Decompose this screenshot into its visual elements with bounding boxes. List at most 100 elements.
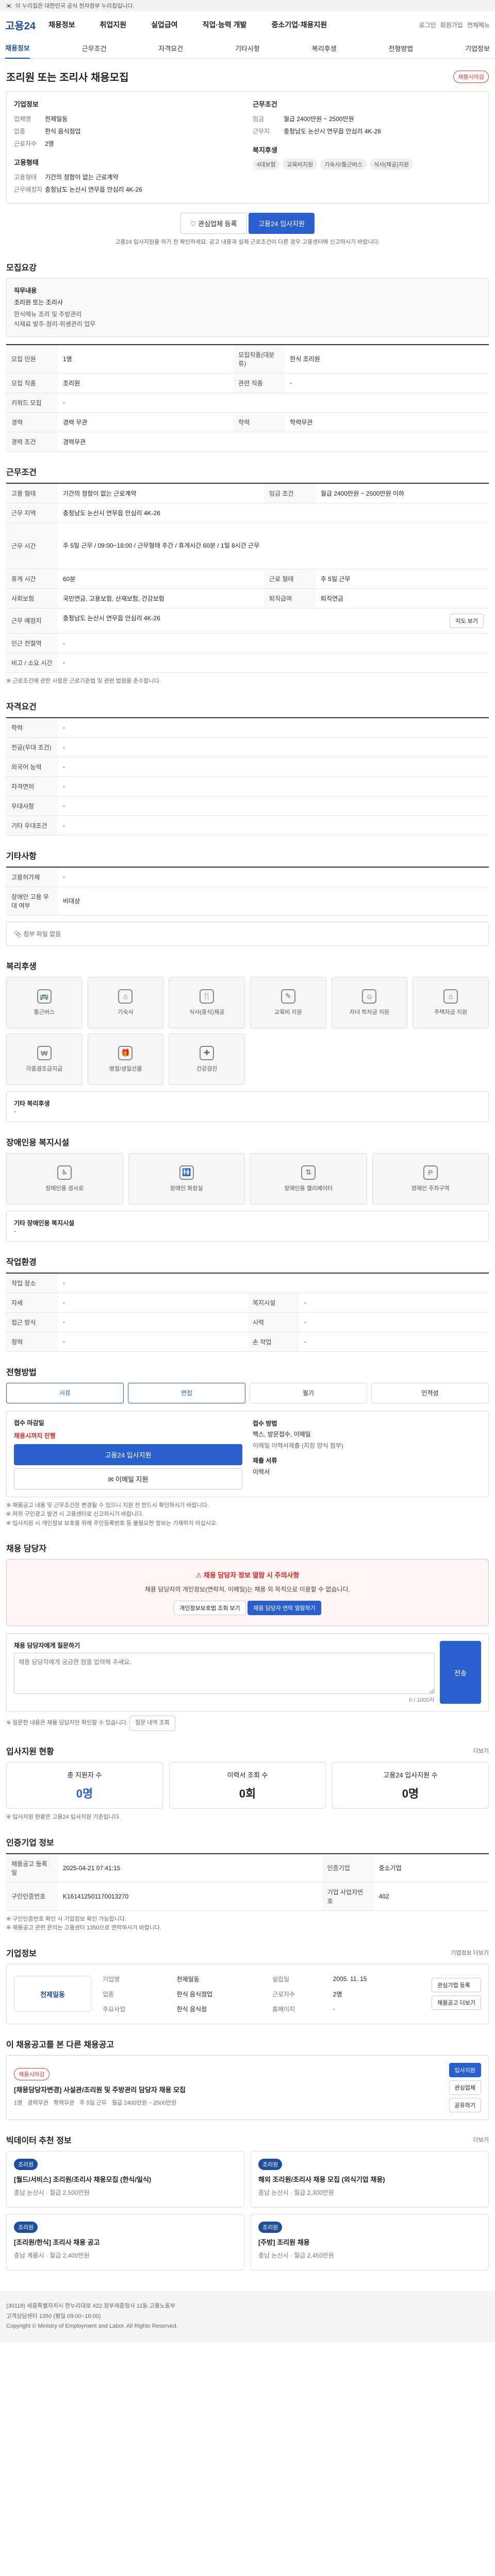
disability-section: 장애인용 복지시설 ♿ 장애인용 경사로 🚻 장애인 화장실 ⇅ 장애인용 엘리베이터… (6, 1136, 489, 1242)
welfare-item: 🚌 통근버스 (6, 976, 82, 1028)
company-fav-button[interactable]: 관심기업 등록 (432, 1978, 481, 1993)
disability-item: 🚻 장애인 화장실 (128, 1153, 245, 1205)
welfare-item: ☺ 자녀 학자금 지원 (331, 976, 408, 1028)
workenv-table: 작업 장소 - 자세 - 복지시설 - 접근 방식 - 시력 - 청력 - 손 작업 - (6, 1272, 489, 1352)
menu-biz[interactable]: 중소기업·채용지원 (259, 20, 339, 30)
similar-apply-button[interactable]: 입사지원 (449, 2062, 481, 2077)
similar-item[interactable]: 채용시마감 [채용담당자변경] 사설관/조리원 및 주방관리 담당자 채용 모집… (6, 2055, 489, 2120)
table-row: 채용공고 등록일 2025-04-21 07:41:15 인증기업 중소기업 (6, 1853, 489, 1883)
section-tabs: 채용정보 근무조건 자격요건 기타사항 복리후생 전형방법 기업정보 (0, 38, 495, 59)
privacy-button[interactable]: 개인정보보호법 조회 보기 (174, 1601, 246, 1616)
table-row: 장애인 고용 우대 여부 비대상 (6, 887, 489, 916)
company-box: 천제일동 기업명 천제일동 설립일 2005. 11. 15 업종 한식 음식점업 근로자… (6, 1963, 489, 2024)
status-card: 이력서 조회 수 0회 (169, 1761, 326, 1809)
favorite-button[interactable]: ♡ 관심업체 등록 (180, 213, 247, 234)
file-icon: 📎 (14, 930, 24, 938)
etc-table: 고용허가제 - 장애인 고용 우대 여부 비대상 (6, 866, 489, 916)
apply-status-section: 입사지원 현황 더보기 총 지원자 수 0명 이력서 조회 수 0회 고용24 입사지… (6, 1747, 489, 1820)
process-apply-button[interactable]: 고용24 입사지원 (14, 1444, 242, 1465)
bus-icon: 🚌 (37, 989, 52, 1004)
job-header: 조리원 또는 조리사 채용모집 채용시마감 (6, 69, 489, 84)
email-apply-button[interactable]: ✉ 이메일 지원 (14, 1468, 242, 1489)
step-item: 서류 (6, 1382, 124, 1403)
tab-welfare[interactable]: 복리후생 (312, 43, 337, 53)
company-more-link[interactable]: 기업정보 더보기 (451, 1948, 489, 1957)
company-jobs-button[interactable]: 채용공고 더보기 (432, 1995, 481, 2010)
tab-etc[interactable]: 기타사항 (235, 43, 260, 53)
cert-section: 인증기업 정보 채용공고 등록일 2025-04-21 07:41:15 인증기업 중… (6, 1836, 489, 1933)
more-link[interactable]: 더보기 (473, 1747, 489, 1755)
main-menu: 채용정보 취업지원 실업급여 직업·능력 개발 중소기업·채용지원 (36, 20, 419, 30)
table-row: 접근 방식 - 시력 - (6, 1312, 489, 1332)
summary-company: 기업정보 업체명 천제일동 업종 한식 음식점업 근로자수 2명 고용형태 고용형태 기… (14, 100, 142, 193)
role-box: 직무내용 조리원 또는 조리사 한식메뉴 조리 및 주방관리 식재료 발주·정리… (6, 278, 489, 337)
health-icon: ✚ (200, 1045, 214, 1060)
job-title: 조리원 또는 조리사 채용모집 (6, 72, 129, 83)
contact-section: 채용 담당자 ⚠ 채용 담당자 정보 열람 시 주의사항 채용 담당자의 개인정… (6, 1541, 489, 1731)
table-row: 학력 - (6, 717, 489, 738)
site-logo[interactable]: 고용24 (5, 18, 36, 32)
recommend-card[interactable]: 조리원 [주방] 조리원 채용 충남 논산시 · 월급 2,450만원 (251, 2213, 489, 2270)
tab-recruit[interactable]: 채용정보 (5, 43, 30, 59)
question-box: 채용 담당자에게 질문하기 0 / 1000자 전송 (6, 1633, 489, 1712)
table-row: 사회보험 국민연금, 고용보험, 산재보험, 건강보험 퇴직급여 퇴직연금 (6, 588, 489, 608)
similar-share-button[interactable]: 공유하기 (449, 2097, 481, 2112)
recs-more-link[interactable]: 더보기 (473, 2136, 489, 2144)
all-menu-button[interactable]: 전체메뉴 (467, 21, 490, 29)
tab-work[interactable]: 근무조건 (82, 43, 107, 53)
table-row: 비고 / 소요 시간 - (6, 653, 489, 673)
site-footer: (30118) 세종특별자치시 한누리대로 422 정부세종청사 11동 고용노… (0, 2291, 495, 2343)
table-row: 우대사항 - (6, 796, 489, 816)
table-row: 업종 한식 음식점업 근로자수 2명 (103, 1990, 342, 1998)
table-row: 경력 조건 경력무관 (6, 432, 489, 452)
menu-support[interactable]: 취업지원 (88, 20, 139, 30)
login-link[interactable]: 로그인 (419, 21, 436, 29)
status-badge: 채용시마감 (453, 70, 489, 83)
mail-icon: ✉ (108, 1475, 116, 1483)
welfare-grid: 🚌 통근버스 ⌂ 기숙사 🍴 식사(중식)제공 ✎ 교육비 지원 ☺ 자녀 학자금 지원 … (6, 976, 489, 1085)
table-row: 모집 직종 조리원 관련 직종 - (6, 373, 489, 393)
menu-benefit[interactable]: 실업급여 (139, 20, 190, 30)
map-button[interactable]: 지도 보기 (450, 613, 484, 628)
recommend-card[interactable]: 조리원 [조리원/한식] 조리사 채용 공고 충남 계룡시 · 월급 2,400만원 (6, 2213, 244, 2270)
process-steps: 서류 면접 필기 인적성 (6, 1382, 489, 1403)
work-table: 고용 형태 기간의 정함이 없는 근로계약 임금 조건 월급 2400만원 ~ 250… (6, 482, 489, 673)
recommend-grid: 조리원 [월드/서비스] 조리원/조리사 채용모집 (한식/일식) 충남 논산시 ·… (6, 2150, 489, 2270)
table-row: 근무 예정지 충청남도 논산시 연무읍 안심리 4K-26 지도 보기 (6, 608, 489, 634)
recruit-section: 모집요강 직무내용 조리원 또는 조리사 한식메뉴 조리 및 주방관리 식재료 … (6, 261, 489, 452)
welfare-item: ⌂ 기숙사 (87, 976, 164, 1028)
apply-info: 접수 마감일 채용시까지 진행 고용24 입사지원 ✉ 이메일 지원 접수 방법… (6, 1410, 489, 1497)
table-row: 작업 장소 - (6, 1273, 489, 1293)
disability-item: P 장애인 주차구역 (372, 1153, 489, 1205)
table-row: 근무 지역 충청남도 논산시 연무읍 안심리 4K-26 (6, 503, 489, 523)
welfare-tag: 4대보험 (253, 159, 280, 170)
table-row: 휴게 시간 60분 근로 형태 주 5일 근무 (6, 569, 489, 589)
step-item: 면접 (128, 1382, 245, 1403)
view-contact-button[interactable]: 채용 담당자 연락 열람하기 (248, 1601, 321, 1616)
table-row: 자격면허 - (6, 776, 489, 796)
qual-table: 학력 - 전공(우대 조건) - 외국어 능력 - 자격면허 - 우대사항 - 기타 우대… (6, 717, 489, 836)
tab-process[interactable]: 전형방법 (388, 43, 413, 53)
question-send-button[interactable]: 전송 (440, 1641, 481, 1704)
qual-section: 자격요건 학력 - 전공(우대 조건) - 외국어 능력 - 자격면허 - 우대사항 - … (6, 700, 489, 836)
similar-fav-button[interactable]: 관심업체 (449, 2080, 481, 2095)
apply-button[interactable]: 고용24 입사지원 (249, 213, 315, 234)
recruit-table: 모집 인원 1명 모집직종(대분류) 한식 조리원 모집 직종 조리원 관련 직종 - 키워… (6, 344, 489, 452)
menu-jobs[interactable]: 채용정보 (36, 20, 88, 30)
table-row: 고용허가제 - (6, 867, 489, 887)
recommend-card[interactable]: 조리원 해외 조리원/조리사 채용 모집 (외식기업 채용) 충남 논산시 · 월급… (251, 2150, 489, 2208)
welfare-item: ✎ 교육비 지원 (250, 976, 326, 1028)
question-input[interactable] (14, 1653, 435, 1694)
menu-training[interactable]: 직업·능력 개발 (190, 20, 259, 30)
company-section: 기업정보 기업정보 더보기 천제일동 기업명 천제일동 설립일 2005. 11. 15… (6, 1946, 489, 2024)
welfare-section: 복리후생 🚌 통근버스 ⌂ 기숙사 🍴 식사(중식)제공 ✎ 교육비 지원 ☺ 자녀 학자… (6, 959, 489, 1122)
recommend-section: 빅데이터 추천 정보 더보기 조리원 [월드/서비스] 조리원/조리사 채용모집 (… (6, 2133, 489, 2270)
join-link[interactable]: 회원가입 (440, 21, 463, 29)
welfare-item: 🍴 식사(중식)제공 (169, 976, 245, 1028)
tab-company[interactable]: 기업정보 (465, 43, 490, 53)
recommend-card[interactable]: 조리원 [월드/서비스] 조리원/조리사 채용모집 (한식/일식) 충남 논산시 ·… (6, 2150, 244, 2208)
parking-icon: P (423, 1165, 438, 1180)
table-row: 주요사업 한식 음식점 홈페이지 - (103, 2005, 335, 2013)
question-history-button[interactable]: 질문 내역 조회 (129, 1716, 175, 1731)
tab-qual[interactable]: 자격요건 (158, 43, 183, 53)
